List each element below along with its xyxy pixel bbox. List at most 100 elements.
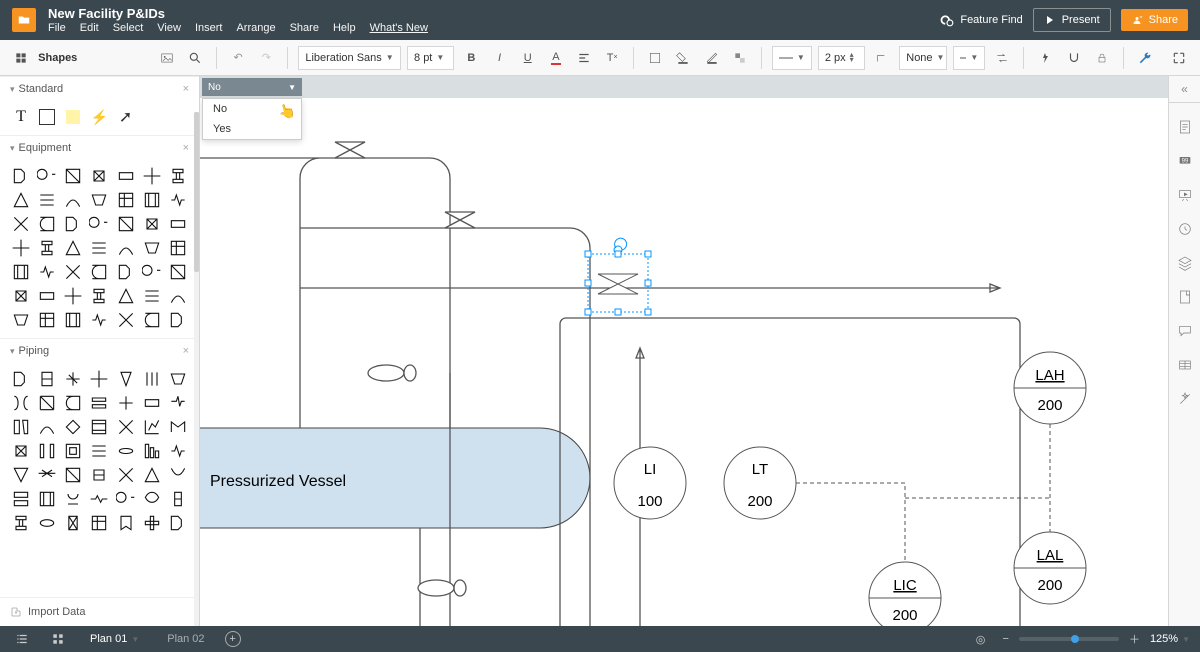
zoom-slider[interactable] [1019, 637, 1119, 641]
context-option-no[interactable]: No [203, 99, 301, 119]
shape-item[interactable] [36, 441, 58, 461]
section-piping[interactable]: Piping× [0, 338, 199, 363]
insert-image-icon[interactable] [156, 46, 178, 70]
font-size-select[interactable]: 8 pt▼ [407, 46, 454, 70]
shape-item[interactable] [36, 393, 58, 413]
grid-view-icon[interactable] [46, 627, 70, 651]
shape-item[interactable] [141, 513, 163, 533]
shape-item[interactable] [62, 166, 84, 186]
shape-item[interactable] [10, 489, 32, 509]
shape-item[interactable] [167, 286, 189, 306]
shape-item[interactable] [88, 286, 110, 306]
shape-item[interactable] [167, 465, 189, 485]
shape-item[interactable] [141, 286, 163, 306]
shape-item[interactable] [88, 417, 110, 437]
shape-item[interactable] [36, 238, 58, 258]
shape-item[interactable] [115, 465, 137, 485]
shape-item[interactable] [88, 238, 110, 258]
shape-item[interactable] [36, 262, 58, 282]
menu-select[interactable]: Select [113, 23, 144, 34]
import-data-button[interactable]: Import Data [0, 597, 199, 626]
shape-item[interactable] [36, 286, 58, 306]
page-tab-active[interactable]: Plan 01 ▼ [82, 629, 147, 649]
lock-icon[interactable] [1091, 46, 1113, 70]
shape-item[interactable] [115, 513, 137, 533]
shape-item[interactable] [62, 513, 84, 533]
clear-format-icon[interactable]: T× [601, 46, 623, 70]
shape-item[interactable] [62, 214, 84, 234]
zoom-level[interactable]: 125%▼ [1150, 633, 1190, 645]
shape-item[interactable] [88, 441, 110, 461]
shape-item[interactable] [115, 369, 137, 389]
shape-item[interactable] [62, 262, 84, 282]
shape-arrow[interactable] [115, 107, 137, 127]
menu-whats-new[interactable]: What's New [370, 23, 428, 34]
shape-item[interactable] [36, 214, 58, 234]
shape-item[interactable] [10, 465, 32, 485]
shape-item[interactable] [62, 286, 84, 306]
shape-item[interactable] [62, 190, 84, 210]
presentation-icon[interactable] [1175, 185, 1195, 205]
line-width-select[interactable]: 2 px▴▾ [818, 46, 865, 70]
shape-item[interactable] [62, 369, 84, 389]
shape-item[interactable] [141, 369, 163, 389]
shape-item[interactable] [88, 190, 110, 210]
shape-item[interactable] [62, 417, 84, 437]
fill-none-icon[interactable] [644, 46, 666, 70]
chat-icon[interactable] [1175, 321, 1195, 341]
shape-item[interactable] [36, 489, 58, 509]
shape-item[interactable] [115, 489, 137, 509]
shape-item[interactable] [88, 465, 110, 485]
diagram-inline-2[interactable] [418, 580, 466, 596]
shape-item[interactable] [36, 513, 58, 533]
arrow-start-select[interactable]: None▼ [899, 46, 947, 70]
shape-item[interactable] [167, 369, 189, 389]
feature-find-button[interactable]: Feature Find [940, 13, 1022, 27]
shape-item[interactable] [115, 417, 137, 437]
notes-icon[interactable] [1175, 117, 1195, 137]
add-page-icon[interactable]: + [225, 631, 241, 647]
shape-item[interactable] [10, 190, 32, 210]
shape-item[interactable] [88, 214, 110, 234]
line-style-thin-select[interactable]: ▼ [772, 46, 812, 70]
menu-share[interactable]: Share [290, 23, 319, 34]
search-icon[interactable] [184, 46, 206, 70]
shape-item[interactable] [167, 441, 189, 461]
shape-item[interactable] [62, 489, 84, 509]
italic-icon[interactable]: I [488, 46, 510, 70]
history-icon[interactable] [1175, 219, 1195, 239]
layers-icon[interactable] [1175, 253, 1195, 273]
shape-item[interactable] [115, 214, 137, 234]
shape-item[interactable] [10, 286, 32, 306]
context-option-yes[interactable]: Yes [203, 119, 301, 139]
comment-quote-icon[interactable]: 99 [1175, 151, 1195, 171]
shape-item[interactable] [10, 441, 32, 461]
shape-item[interactable] [141, 238, 163, 258]
shape-item[interactable] [115, 238, 137, 258]
document-title[interactable]: New Facility P&IDs [48, 7, 928, 20]
shape-item[interactable] [10, 417, 32, 437]
fullscreen-icon[interactable] [1168, 46, 1190, 70]
close-icon[interactable]: × [183, 142, 189, 154]
shape-item[interactable] [62, 441, 84, 461]
border-color-icon[interactable] [701, 46, 723, 70]
shape-item[interactable] [167, 190, 189, 210]
share-button[interactable]: Share [1121, 9, 1188, 31]
shape-item[interactable] [10, 262, 32, 282]
instrument-lal[interactable]: LAL200 [1014, 532, 1086, 604]
shapes-toggle-icon[interactable] [10, 46, 32, 70]
valve-1[interactable] [335, 142, 365, 158]
arrow-end-select[interactable]: ▼ [953, 46, 985, 70]
shape-item[interactable] [141, 393, 163, 413]
shape-style-icon[interactable] [729, 46, 751, 70]
shape-item[interactable] [36, 417, 58, 437]
shape-item[interactable] [36, 310, 58, 330]
shape-item[interactable] [167, 214, 189, 234]
shape-item[interactable] [141, 166, 163, 186]
shape-item[interactable] [10, 166, 32, 186]
shape-item[interactable] [10, 393, 32, 413]
shape-item[interactable] [115, 286, 137, 306]
shape-item[interactable] [167, 513, 189, 533]
context-yesno-select[interactable]: No▼ [202, 78, 302, 96]
shape-item[interactable] [167, 166, 189, 186]
